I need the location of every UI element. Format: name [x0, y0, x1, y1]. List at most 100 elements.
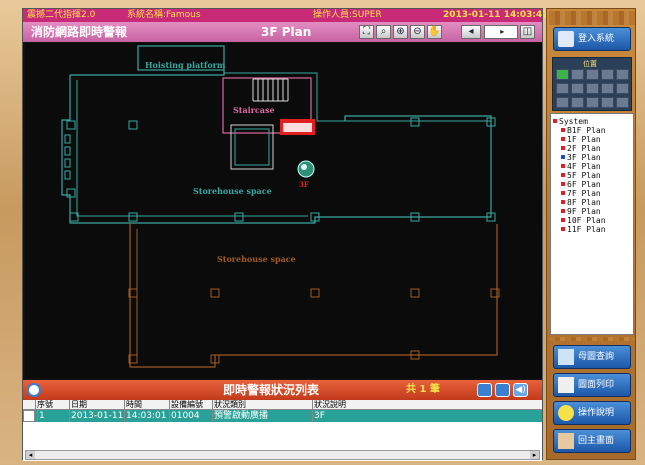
login-button-label: 登入系統: [578, 34, 615, 44]
tree-item-4f[interactable]: 4F Plan: [561, 162, 601, 171]
row-checkbox[interactable]: [23, 410, 35, 422]
location-grid-label: 位置: [583, 60, 597, 68]
grid-cell[interactable]: [601, 83, 614, 94]
plan-name: 3F Plan: [261, 25, 312, 39]
main-wall: [61, 75, 492, 224]
elevator-shaft: [230, 124, 274, 170]
home-button[interactable]: 回主畫面: [553, 429, 631, 453]
staircase-label: Staircase: [233, 105, 275, 115]
storehouse-lower-wall: [129, 223, 498, 368]
grid-cell[interactable]: [601, 69, 614, 80]
col-device: 設備編號: [169, 400, 203, 410]
speaker-icon[interactable]: ◀): [513, 383, 528, 397]
scroll-left-arrow-icon[interactable]: ◂: [26, 451, 35, 459]
tree-item-1f[interactable]: 1F Plan: [561, 135, 601, 144]
tree-item-6f[interactable]: 6F Plan: [561, 180, 601, 189]
device-label: 3F: [299, 180, 309, 189]
lightbulb-icon: [558, 405, 574, 421]
row-category: 預警啟動廣播: [212, 410, 269, 422]
alarm-device-highlight: [301, 164, 307, 170]
alarm-count: 共 1 筆: [406, 384, 440, 395]
scroll-right-arrow-icon[interactable]: ▸: [530, 451, 539, 459]
alarm-list-title: 即時警報狀況列表: [223, 383, 320, 397]
row-no: 1: [37, 410, 45, 422]
help-button[interactable]: 操作說明: [553, 401, 631, 425]
row-desc: 3F: [312, 410, 325, 422]
grid-cell[interactable]: [586, 97, 599, 108]
minimize-icon[interactable]: [477, 383, 492, 397]
storehouse-lower-label: Storehouse space: [217, 254, 296, 264]
grid-cell[interactable]: [616, 83, 629, 94]
scroll-left-icon[interactable]: ◂: [461, 25, 481, 39]
alarm-list-scrollbar[interactable]: ◂ ▸: [25, 450, 540, 460]
floor-plan-canvas[interactable]: Hoisting platform Staircase Storehouse s…: [25, 43, 542, 378]
wall-top-left: [70, 70, 225, 76]
col-no: 序號: [35, 400, 53, 410]
maximize-icon[interactable]: [495, 383, 510, 397]
col-category: 狀況類別: [212, 400, 246, 410]
location-grid[interactable]: 位置: [552, 57, 632, 111]
floor-plan-drawing: [61, 45, 500, 368]
tree-root[interactable]: System: [553, 117, 588, 126]
zoom-icon[interactable]: ⌕: [376, 25, 391, 39]
system-name: 系統名稱:Famous: [127, 10, 201, 20]
right-panel: 登入系統 位置 System B1F Plan 1F Plan 2F Plan …: [546, 8, 636, 460]
help-label: 操作說明: [578, 408, 615, 418]
tree-item-10f[interactable]: 10F Plan: [561, 216, 606, 225]
tree-item-2f[interactable]: 2F Plan: [561, 144, 601, 153]
plan-header-title: 消防網路即時警報: [31, 25, 128, 39]
tree-item-11f[interactable]: 11F Plan: [561, 225, 606, 234]
grid-cell[interactable]: [586, 83, 599, 94]
grid-cell[interactable]: [556, 97, 569, 108]
alarm-table-header: 序號 日期 時間 設備編號 狀況類別 狀況說明: [23, 400, 542, 410]
grid-cell[interactable]: [616, 97, 629, 108]
panel-divider-decor: [549, 337, 635, 341]
pan-hand-icon[interactable]: ✋: [427, 25, 442, 39]
fit-icon[interactable]: ⛶: [359, 25, 374, 39]
home-icon: [558, 433, 574, 449]
grid-cell[interactable]: [571, 97, 584, 108]
grid-cell[interactable]: [571, 69, 584, 80]
elevator-car: [234, 128, 270, 166]
grid-cell[interactable]: [601, 97, 614, 108]
col-date: 日期: [69, 400, 87, 410]
title-bar: 震撼二代指揮2.0 系統名稱:Famous 操作人員:SUPER 2013-01…: [23, 9, 548, 22]
tree-item-3f[interactable]: 3F Plan: [561, 153, 601, 162]
grid-cell[interactable]: [571, 83, 584, 94]
panel-header-decor: [549, 11, 635, 25]
plan-tree[interactable]: System B1F Plan 1F Plan 2F Plan 3F Plan …: [550, 113, 634, 335]
columns-brown: [128, 288, 500, 364]
tree-item-5f[interactable]: 5F Plan: [561, 171, 601, 180]
grid-cell[interactable]: [586, 69, 599, 80]
clock: 2013-01-11 14:03:47: [443, 10, 549, 20]
plan-scroll-slider[interactable]: ▸: [484, 25, 518, 39]
tree-item-b1f[interactable]: B1F Plan: [561, 126, 606, 135]
printer-icon: [558, 377, 574, 393]
storehouse-main-label: Storehouse space: [193, 186, 272, 196]
row-time: 14:03:01: [124, 410, 167, 422]
col-desc: 狀況說明: [312, 400, 346, 410]
home-label: 回主畫面: [578, 436, 615, 446]
alarm-list-header: 即時警報狀況列表 共 1 筆 ◀): [23, 380, 542, 400]
map-query-button[interactable]: 母圖查詢: [553, 345, 631, 369]
print-button[interactable]: 圖面列印: [553, 373, 631, 397]
tree-item-8f[interactable]: 8F Plan: [561, 198, 601, 207]
operator-name: 操作人員:SUPER: [313, 10, 382, 20]
grid-cell[interactable]: [556, 69, 569, 80]
table-row[interactable]: 1 2013-01-11 14:03:01 01004 預警啟動廣播 3F: [23, 410, 542, 422]
restore-icon[interactable]: ◫: [520, 25, 535, 39]
tree-item-7f[interactable]: 7F Plan: [561, 189, 601, 198]
app-title: 震撼二代指揮2.0: [27, 10, 96, 20]
login-button[interactable]: 登入系統: [553, 27, 631, 51]
zoom-out-icon[interactable]: ⊖: [410, 25, 425, 39]
grid-cell[interactable]: [556, 83, 569, 94]
zoom-in-icon[interactable]: ⊕: [393, 25, 408, 39]
row-device: 01004: [169, 410, 200, 422]
login-icon: [558, 31, 574, 47]
alarm-list-panel: 即時警報狀況列表 共 1 筆 ◀) 序號 日期 時間 設備編號 狀況類別 狀況說…: [23, 380, 542, 461]
grid-cell[interactable]: [616, 69, 629, 80]
alarm-bell-icon: [27, 383, 41, 397]
alarm-zone-inner: [283, 123, 312, 132]
tree-item-9f[interactable]: 9F Plan: [561, 207, 601, 216]
map-icon: [558, 349, 574, 365]
